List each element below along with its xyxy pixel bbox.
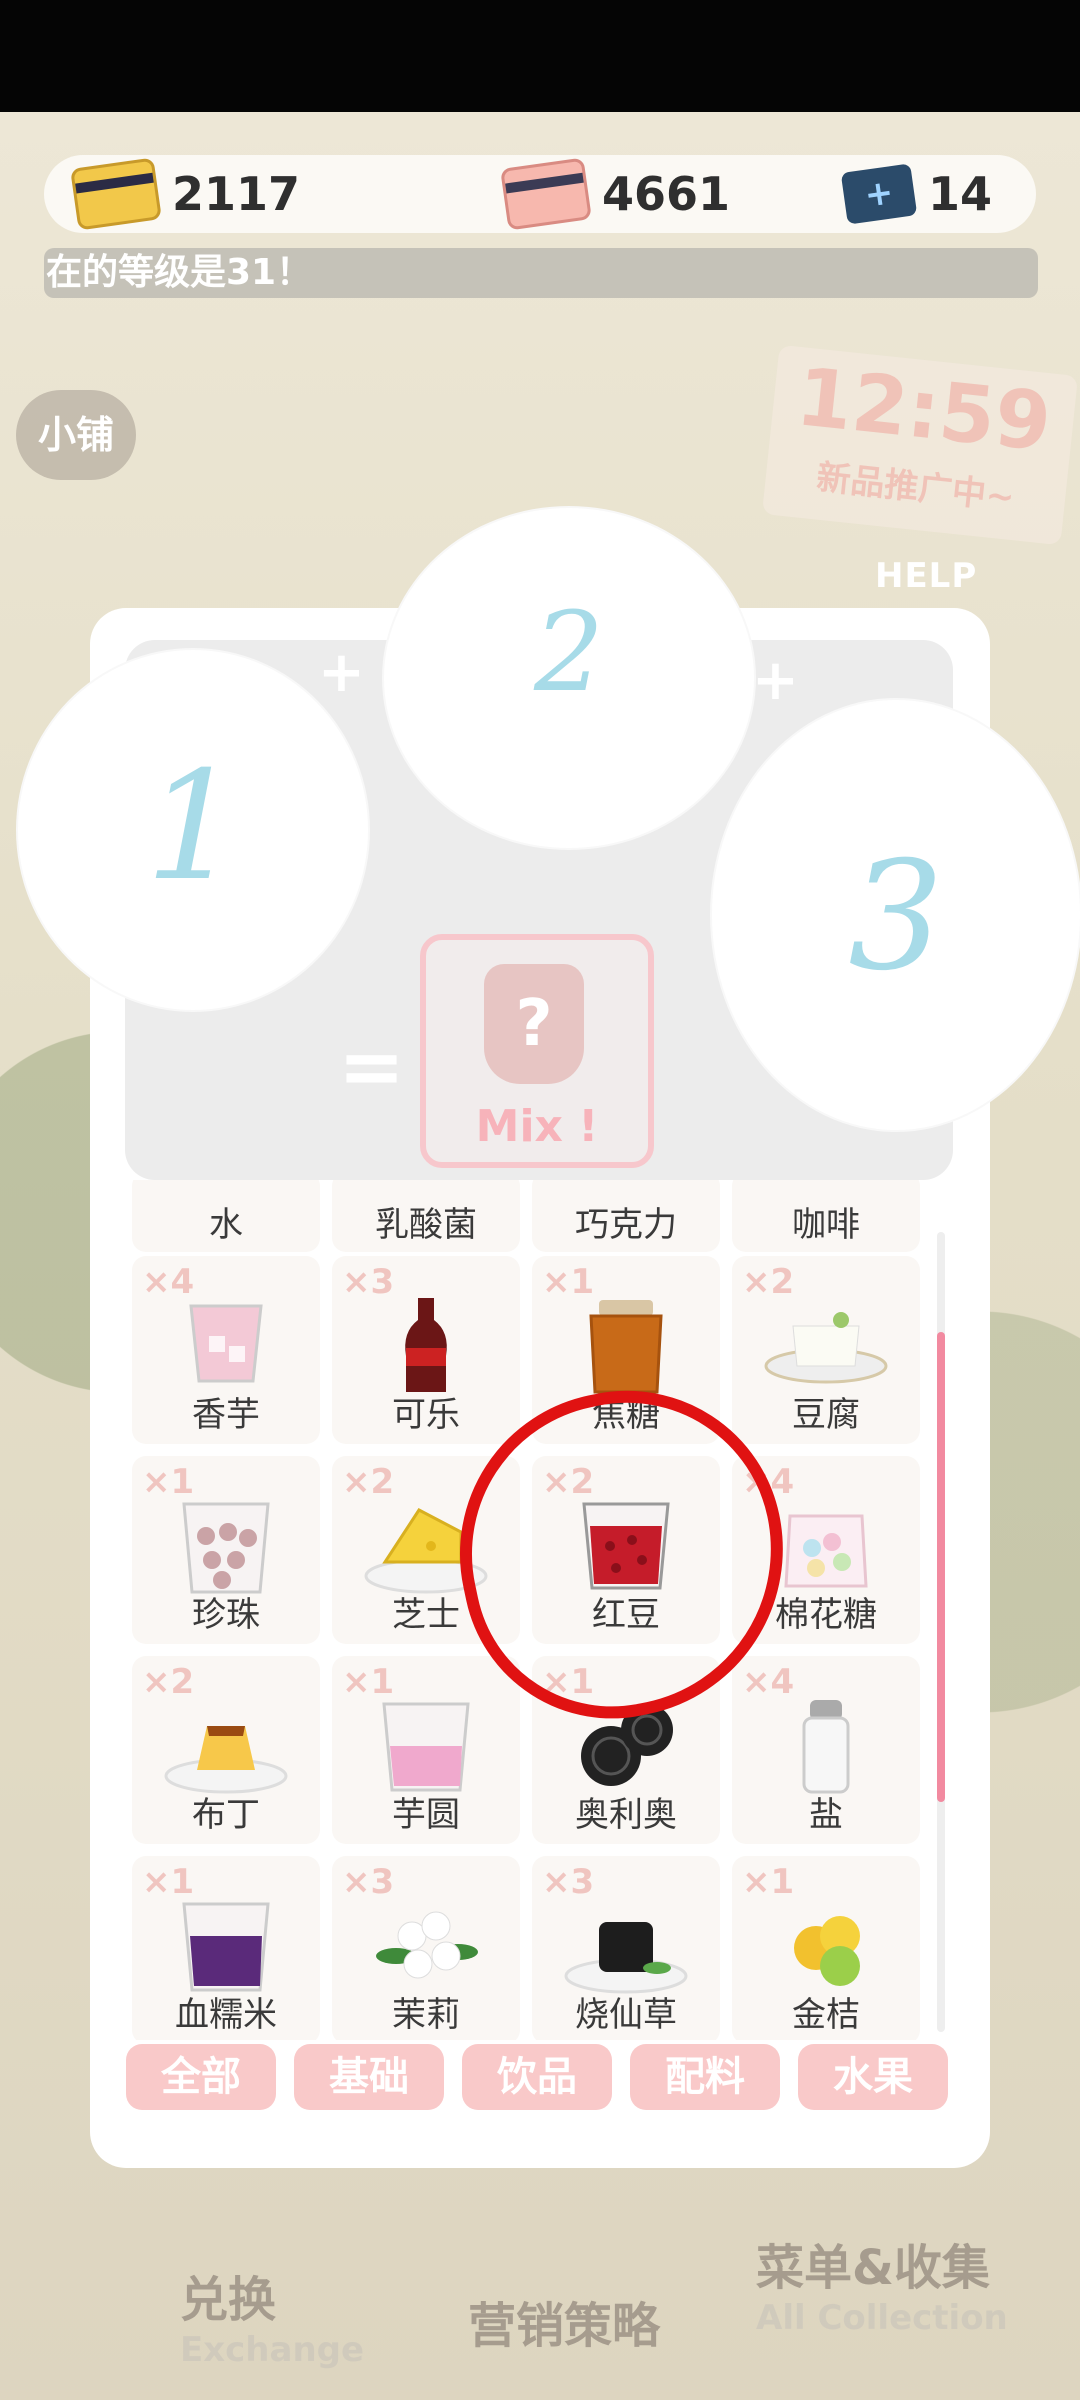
ingredient-cell[interactable]: 乳酸菌 <box>332 1180 520 1252</box>
ingredient-cell[interactable]: ×1 血糯米 <box>132 1856 320 2040</box>
slot-number-1: 1 <box>145 740 241 914</box>
ingredient-name: 香芋 <box>192 1395 260 1435</box>
ingredient-cell[interactable]: ×2 布丁 <box>132 1656 320 1844</box>
menu-collection-button[interactable]: 菜单&收集 All Collection <box>756 2228 1008 2338</box>
promo-clock: 12:59 新品推广中~ <box>761 344 1079 546</box>
slot-number-3: 3 <box>848 830 944 1004</box>
pink-card-value: 4661 <box>602 167 731 221</box>
gold-card-counter: 2117 <box>70 155 301 233</box>
gold-card-icon <box>70 157 162 231</box>
mix-label: Mix ! <box>475 1101 599 1152</box>
pearl-cup-icon <box>176 1496 276 1600</box>
exchange-label: 兑换 <box>180 2272 277 2328</box>
ingredient-name: 盐 <box>809 1795 843 1835</box>
ingredient-name: 奥利奥 <box>575 1795 677 1835</box>
ingredient-slot-1[interactable]: 1 <box>18 650 368 1010</box>
ingredient-count: ×3 <box>342 1262 395 1302</box>
question-cup-icon: ? <box>484 964 584 1084</box>
plus-sign-2: + <box>752 648 799 713</box>
slot-number-2: 2 <box>534 588 604 716</box>
plus-sign-1: + <box>318 640 365 705</box>
ticket-value: 14 <box>928 167 993 221</box>
exchange-button[interactable]: 兑换 Exchange <box>180 2260 364 2370</box>
ingredient-cell[interactable]: ×3 烧仙草 <box>532 1856 720 2040</box>
ingredient-name: 烧仙草 <box>575 1995 677 2035</box>
caramel-jar-icon <box>581 1296 671 1400</box>
ingredient-name: 血糯米 <box>175 1995 277 2035</box>
cola-bottle-icon <box>396 1296 456 1400</box>
ingredient-name: 豆腐 <box>792 1395 860 1435</box>
heart-card-icon <box>500 157 592 231</box>
bottom-nav: 兑换 Exchange 营销策略 菜单&收集 All Collection <box>0 2190 1080 2400</box>
taro-cup-icon <box>181 1296 271 1390</box>
ingredient-cell[interactable]: ×3 茉莉 <box>332 1856 520 2040</box>
ticket-counter: + 14 <box>840 155 993 233</box>
jasmine-icon <box>366 1896 486 2000</box>
marketing-button[interactable]: 营销策略 <box>468 2286 660 2356</box>
pink-card-counter: 4661 <box>500 155 731 233</box>
ingredient-cell[interactable]: 水 <box>132 1180 320 1252</box>
ingredient-name: 茉莉 <box>392 1995 460 2035</box>
tab-fruits[interactable]: 水果 <box>798 2044 948 2110</box>
menu-collection-label: 菜单&收集 <box>756 2240 990 2296</box>
help-button[interactable]: HELP <box>875 556 977 596</box>
currency-bar: 2117 4661 + 14 <box>44 155 1036 233</box>
kumquat-icon <box>776 1896 876 2000</box>
exchange-sublabel: Exchange <box>180 2330 365 2370</box>
ingredient-cell[interactable]: ×1 珍珠 <box>132 1456 320 1644</box>
ingredient-cell[interactable]: 巧克力 <box>532 1180 720 1252</box>
scrollbar-thumb[interactable] <box>937 1332 945 1802</box>
tab-toppings[interactable]: 配料 <box>630 2044 780 2110</box>
ingredient-cell[interactable]: ×4 盐 <box>732 1656 920 1844</box>
mix-result-button[interactable]: ? Mix ! <box>420 934 654 1168</box>
ingredient-slot-2[interactable]: 2 <box>384 508 754 848</box>
pudding-icon <box>161 1696 291 1800</box>
ingredient-cell[interactable]: ×3 可乐 <box>332 1256 520 1444</box>
category-tabs: 全部 基础 饮品 配料 水果 <box>126 2044 950 2112</box>
ingredient-cell[interactable]: 咖啡 <box>732 1180 920 1252</box>
black-rice-cup-icon <box>176 1896 276 2000</box>
level-marquee: 在的等级是31！ <box>44 248 1038 298</box>
menu-collection-sublabel: All Collection <box>756 2298 1008 2338</box>
ingredient-cell[interactable]: ×1 芋圆 <box>332 1656 520 1844</box>
ingredient-name: 可乐 <box>392 1395 460 1435</box>
tofu-icon <box>761 1296 891 1390</box>
status-bar <box>0 0 1080 112</box>
tab-all[interactable]: 全部 <box>126 2044 276 2110</box>
ingredient-name: 乳酸菌 <box>375 1205 477 1245</box>
ingredient-cell[interactable]: ×1 金桔 <box>732 1856 920 2040</box>
shop-tag[interactable]: 小铺 <box>16 390 136 480</box>
ingredient-name: 水 <box>209 1205 243 1245</box>
ingredient-name: 芋圆 <box>392 1795 460 1835</box>
gold-card-value: 2117 <box>172 167 301 221</box>
ingredient-count: ×4 <box>742 1662 795 1702</box>
ingredient-name: 咖啡 <box>792 1205 860 1245</box>
tab-drinks[interactable]: 饮品 <box>462 2044 612 2110</box>
grass-jelly-icon <box>561 1896 691 2000</box>
tab-basic[interactable]: 基础 <box>294 2044 444 2110</box>
ticket-icon: + <box>840 163 918 225</box>
salt-shaker-icon <box>796 1696 856 1800</box>
ingredient-name: 金桔 <box>792 1995 860 2035</box>
ingredient-cell[interactable]: ×2 豆腐 <box>732 1256 920 1444</box>
equals-sign: = <box>338 1020 406 1113</box>
marshmallow-bag-icon <box>776 1496 876 1600</box>
ingredient-name: 珍珠 <box>192 1595 260 1635</box>
ingredient-name: 布丁 <box>192 1795 260 1835</box>
ingredient-name: 巧克力 <box>575 1205 677 1245</box>
ingredient-slot-3[interactable]: 3 <box>712 700 1080 1130</box>
taro-ball-cup-icon <box>376 1696 476 1800</box>
marketing-label: 营销策略 <box>468 2298 661 2354</box>
ingredient-cell[interactable]: ×4 香芋 <box>132 1256 320 1444</box>
